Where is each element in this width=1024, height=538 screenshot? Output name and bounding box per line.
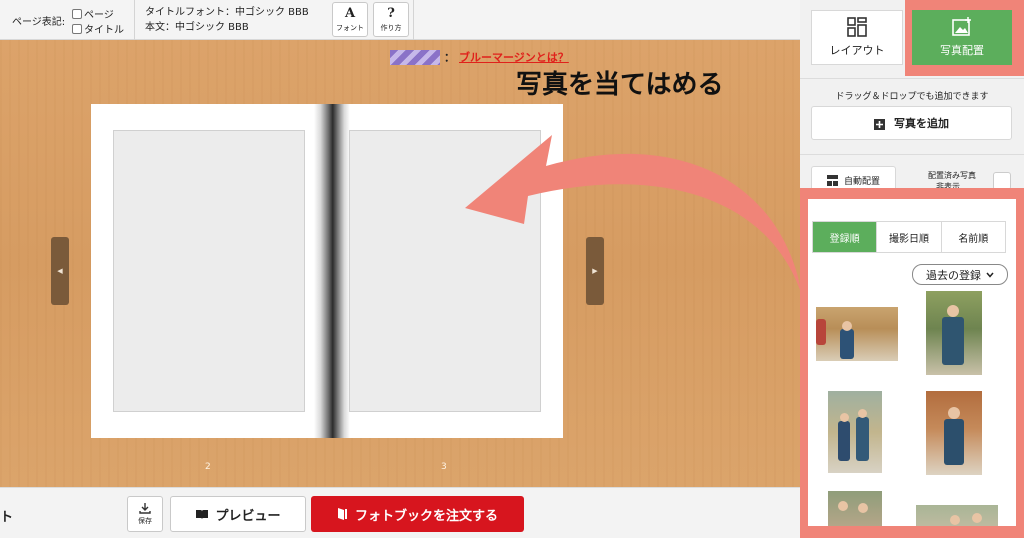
sort-tab-shot-date[interactable]: 撮影日順 xyxy=(877,222,942,252)
book-spine xyxy=(314,104,350,438)
font-info: タイトルフォント：中ゴシック BBB 本文：中ゴシック BBB xyxy=(145,5,309,35)
drag-drop-note: ドラッグ＆ドロップでも追加できます xyxy=(835,92,989,102)
next-page-button[interactable]: ▶ xyxy=(586,237,604,305)
photo-thumbnail[interactable] xyxy=(916,505,998,526)
checkbox-box[interactable] xyxy=(72,8,82,19)
save-button[interactable]: 保存 xyxy=(127,496,163,532)
blue-margin-note: ： ブルーマージンとは？ xyxy=(390,49,569,65)
page-number-right: 3 xyxy=(441,462,447,472)
annotation-text: 写真を当てはめる xyxy=(516,70,724,100)
page-notation-label: ページ表記: xyxy=(12,17,66,28)
page-number-checkbox[interactable]: ページ xyxy=(72,6,114,21)
tab-photo-placement[interactable]: 写真配置 xyxy=(912,10,1012,65)
photo-thumbnail[interactable] xyxy=(926,291,982,375)
blue-margin-link[interactable]: ブルーマージンとは？ xyxy=(459,49,569,65)
question-icon: ? xyxy=(387,5,395,21)
bottom-left-text: ト xyxy=(0,510,14,525)
howto-button[interactable]: ? 作り方 xyxy=(373,2,409,37)
howto-button-label: 作り方 xyxy=(380,23,402,32)
panel-divider xyxy=(800,154,1024,155)
preview-button-label: プレビュー xyxy=(215,508,281,524)
editor-canvas: ： ブルーマージンとは？ ◀ ▶ 2 3 xyxy=(0,40,800,487)
chevron-down-icon xyxy=(986,272,994,278)
chevron-right-icon: ▶ xyxy=(592,267,598,275)
sort-tab-name[interactable]: 名前順 xyxy=(942,222,1005,252)
order-photobook-button[interactable]: フォトブックを注文する xyxy=(311,496,524,532)
preview-button[interactable]: プレビュー xyxy=(170,496,306,532)
placed-photos-text: 配置済み写真 xyxy=(928,171,976,180)
page-number-left: 2 xyxy=(205,462,211,472)
book-open-icon xyxy=(196,509,209,519)
top-toolbar: ページ表記: ページ タイトル タイトルフォント：中ゴシック BBB 本文：中ゴ… xyxy=(0,0,800,40)
blue-margin-colon: ： xyxy=(444,51,455,64)
toolbar-divider xyxy=(413,0,414,40)
add-photo-label: 写真を追加 xyxy=(894,117,949,130)
right-panel: レイアウト 写真配置 ドラッグ＆ドロップでも追加できます 写真を追加 自動配置 … xyxy=(800,0,1024,538)
panel-divider xyxy=(800,78,1024,79)
add-photo-icon xyxy=(874,118,885,130)
prev-page-button[interactable]: ◀ xyxy=(51,237,69,305)
checkbox-label: ページ xyxy=(84,10,114,21)
photo-slot-left[interactable] xyxy=(113,130,305,412)
period-select[interactable]: 過去の登録 xyxy=(912,264,1008,285)
photo-thumbnail[interactable] xyxy=(816,307,898,361)
layout-grid-icon xyxy=(847,17,867,37)
photo-slot-right[interactable] xyxy=(349,130,541,412)
add-photo-button[interactable]: 写真を追加 xyxy=(811,106,1012,140)
toolbar-divider xyxy=(134,0,135,40)
font-icon: A xyxy=(344,5,356,21)
grid-icon xyxy=(826,174,838,186)
photo-thumbnail[interactable] xyxy=(926,391,982,475)
sort-tab-registered[interactable]: 登録順 xyxy=(813,222,878,252)
tab-layout[interactable]: レイアウト xyxy=(811,10,903,65)
title-checkbox[interactable]: タイトル xyxy=(72,21,124,36)
chevron-left-icon: ◀ xyxy=(57,267,63,275)
photo-thumbnail[interactable] xyxy=(828,391,882,473)
order-button-label: フォトブックを注文する xyxy=(354,508,498,524)
save-button-label: 保存 xyxy=(138,516,152,525)
photo-thumbnail[interactable] xyxy=(828,491,882,526)
blue-margin-swatch xyxy=(390,49,440,65)
sort-tabs: 登録順 撮影日順 名前順 xyxy=(812,221,1006,253)
font-button[interactable]: A フォント xyxy=(332,2,368,37)
font-button-label: フォント xyxy=(336,23,364,32)
checkbox-label: タイトル xyxy=(84,25,124,36)
tab-photo-label: 写真配置 xyxy=(940,44,984,57)
auto-place-label: 自動配置 xyxy=(843,176,880,187)
book-icon xyxy=(337,508,347,520)
add-image-icon xyxy=(952,17,971,36)
bottom-bar: ト 保存 プレビュー フォトブックを注文する xyxy=(0,487,800,538)
body-font-text: 本文：中ゴシック BBB xyxy=(145,22,249,33)
title-font-text: タイトルフォント：中ゴシック BBB xyxy=(145,7,309,18)
download-icon xyxy=(139,502,151,514)
photo-gallery: 登録順 撮影日順 名前順 過去の登録 xyxy=(808,199,1016,526)
period-select-value: 過去の登録 xyxy=(926,268,981,282)
checkbox-box[interactable] xyxy=(72,23,82,34)
tab-layout-label: レイアウト xyxy=(829,44,885,57)
